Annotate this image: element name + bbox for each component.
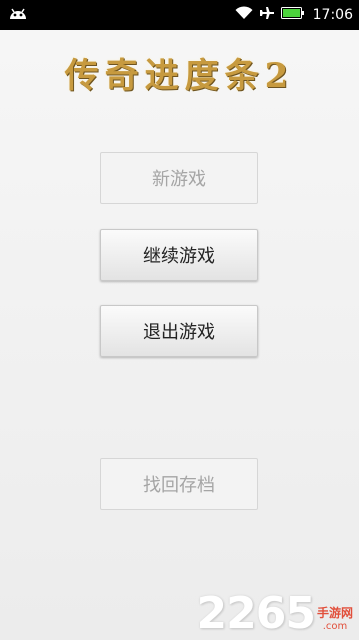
android-icon	[8, 6, 28, 26]
recover-save-button[interactable]: 找回存档	[100, 458, 258, 510]
watermark-site: 手游网	[316, 606, 353, 620]
status-time: 17:06	[312, 6, 353, 23]
wifi-icon	[235, 5, 253, 24]
game-title: 传奇进度条2	[64, 56, 295, 96]
status-bar: 17:06	[0, 0, 359, 30]
airplane-mode-icon	[259, 5, 275, 24]
exit-game-button[interactable]: 退出游戏	[100, 305, 258, 357]
watermark-logo: 2265 手游网 .com	[197, 592, 353, 636]
watermark-domain: .com	[322, 621, 348, 632]
battery-icon	[280, 5, 305, 24]
new-game-button[interactable]: 新游戏	[100, 152, 258, 204]
continue-game-button[interactable]: 继续游戏	[100, 229, 258, 281]
game-menu: 传奇进度条2 新游戏 继续游戏 退出游戏 找回存档 2265 手游网 .com	[0, 30, 359, 640]
watermark-number: 2265	[196, 588, 316, 639]
